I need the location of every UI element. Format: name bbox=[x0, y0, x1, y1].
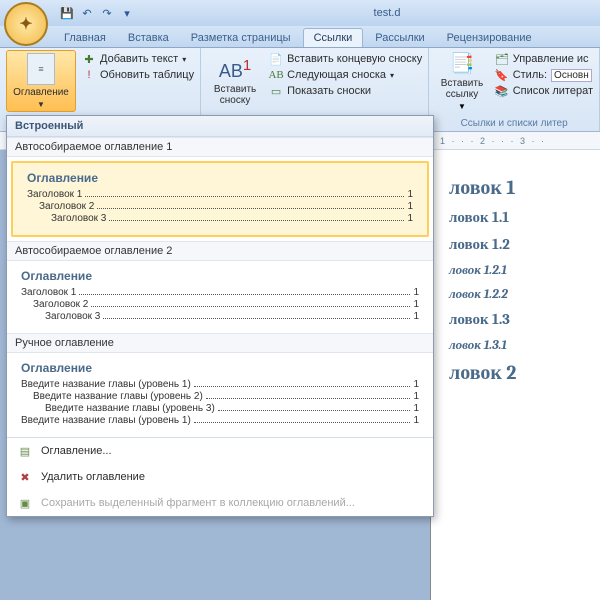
gallery-header: Встроенный bbox=[7, 116, 433, 137]
refresh-icon: ! bbox=[82, 68, 96, 82]
document-page[interactable]: ловок 1 ловок 1.1 ловок 1.2 ловок 1.2.1 лово… bbox=[430, 150, 600, 600]
insert-footnote-label: Вставить сноску bbox=[207, 84, 263, 106]
toc-line: Заголовок 11 bbox=[27, 189, 413, 200]
style-combo[interactable]: 🔖Стиль: Основн bbox=[495, 68, 593, 82]
citation-icon: 📑 bbox=[450, 51, 475, 76]
insert-toc-menu[interactable]: ▤Оглавление... bbox=[7, 438, 433, 464]
next-footnote-button[interactable]: ABСледующая сноска ▾ bbox=[269, 68, 422, 82]
insert-endnote-button[interactable]: 📄Вставить концевую сноску bbox=[269, 52, 422, 66]
doc-heading: ловок 1.2.2 bbox=[449, 286, 590, 302]
manage-sources-button[interactable]: 🗂Управление ис bbox=[495, 52, 593, 66]
gallery-footer: ▤Оглавление... ✖Удалить оглавление ▣Сохр… bbox=[7, 437, 433, 516]
gallery-item-auto2[interactable]: Оглавление Заголовок 11Заголовок 21Загол… bbox=[7, 261, 433, 333]
gallery-item-manual[interactable]: Оглавление Введите название главы (урове… bbox=[7, 353, 433, 437]
toc-line: Заголовок 11 bbox=[21, 287, 419, 298]
redo-icon[interactable]: ↷ bbox=[100, 6, 114, 20]
insert-citation-button[interactable]: 📑 Вставить ссылку ▼ bbox=[435, 50, 488, 112]
insert-footnote-button[interactable]: AB1 Вставить сноску bbox=[207, 50, 263, 112]
toc-button-label: Оглавление bbox=[13, 87, 69, 98]
toc-line: Введите название главы (уровень 1)1 bbox=[21, 379, 419, 390]
group-citations: 📑 Вставить ссылку ▼ 🗂Управление ис 🔖Стил… bbox=[429, 48, 600, 131]
remove-toc-menu[interactable]: ✖Удалить оглавление bbox=[7, 464, 433, 490]
office-button[interactable]: ✦ bbox=[4, 2, 48, 46]
update-table-button[interactable]: !Обновить таблицу bbox=[82, 68, 194, 82]
gallery-item-title[interactable]: Автособираемое оглавление 2 bbox=[7, 241, 433, 261]
toc-preview-title: Оглавление bbox=[21, 269, 419, 283]
show-icon: ▭ bbox=[269, 84, 283, 98]
title-bar: ✦ 💾 ↶ ↷ ▾ test.d bbox=[0, 0, 600, 26]
window-title: test.d bbox=[134, 7, 600, 19]
undo-icon[interactable]: ↶ bbox=[80, 6, 94, 20]
toc-line: Заголовок 31 bbox=[21, 311, 419, 322]
toc-line: Заголовок 21 bbox=[21, 299, 419, 310]
tab-0[interactable]: Главная bbox=[54, 29, 116, 47]
save-icon[interactable]: 💾 bbox=[60, 6, 74, 20]
style-icon: 🔖 bbox=[495, 68, 509, 82]
toc-line: Введите название главы (уровень 1)1 bbox=[21, 415, 419, 426]
save-selection-menu: ▣Сохранить выделенный фрагмент в коллекц… bbox=[7, 490, 433, 516]
show-footnotes-button[interactable]: ▭Показать сноски bbox=[269, 84, 422, 98]
ribbon-tabs: ГлавнаяВставкаРазметка страницыСсылкиРас… bbox=[0, 26, 600, 48]
doc-heading: ловок 1.2 bbox=[449, 235, 590, 254]
next-footnote-icon: AB bbox=[269, 68, 283, 82]
doc-heading: ловок 1 bbox=[449, 176, 590, 200]
gallery-item-auto1[interactable]: Оглавление Заголовок 11Заголовок 21Загол… bbox=[11, 161, 429, 237]
bibliography-button[interactable]: 📚Список литерат bbox=[495, 84, 593, 98]
gallery-item-title[interactable]: Ручное оглавление bbox=[7, 333, 433, 353]
toc-line: Заголовок 31 bbox=[27, 213, 413, 224]
tab-5[interactable]: Рецензирование bbox=[437, 29, 542, 47]
insert-citation-label: Вставить ссылку bbox=[435, 78, 488, 100]
doc-heading: ловок 1.3 bbox=[449, 310, 590, 329]
manage-icon: 🗂 bbox=[495, 52, 509, 66]
group-label: Ссылки и списки литер bbox=[435, 116, 593, 131]
remove-icon: ✖ bbox=[17, 469, 33, 485]
toc-line: Введите название главы (уровень 3)1 bbox=[21, 403, 419, 414]
qat-dropdown-icon[interactable]: ▾ bbox=[120, 6, 134, 20]
gallery-item-title[interactable]: Автособираемое оглавление 1 bbox=[7, 137, 433, 157]
doc-heading: ловок 2 bbox=[449, 361, 590, 385]
toc-icon: ≡ bbox=[27, 53, 55, 85]
tab-3[interactable]: Ссылки bbox=[303, 28, 364, 47]
add-text-button[interactable]: ✚Добавить текст ▾ bbox=[82, 52, 194, 66]
tab-2[interactable]: Разметка страницы bbox=[181, 29, 301, 47]
save-selection-icon: ▣ bbox=[17, 495, 33, 511]
chevron-down-icon: ▼ bbox=[37, 100, 45, 109]
biblio-icon: 📚 bbox=[495, 84, 509, 98]
toc-gallery-dropdown: Встроенный Автособираемое оглавление 1 О… bbox=[6, 115, 434, 517]
plus-icon: ✚ bbox=[82, 52, 96, 66]
toc-button[interactable]: ≡ Оглавление ▼ bbox=[6, 50, 76, 112]
tab-4[interactable]: Рассылки bbox=[365, 29, 434, 47]
toc-preview-title: Оглавление bbox=[27, 171, 413, 185]
toc-preview-title: Оглавление bbox=[21, 361, 419, 375]
toc-small-icon: ▤ bbox=[17, 443, 33, 459]
doc-heading: ловок 1.2.1 bbox=[449, 262, 590, 278]
doc-heading: ловок 1.3.1 bbox=[449, 337, 590, 353]
quick-access-toolbar: 💾 ↶ ↷ ▾ bbox=[60, 6, 134, 20]
toc-line: Введите название главы (уровень 2)1 bbox=[21, 391, 419, 402]
toc-line: Заголовок 21 bbox=[27, 201, 413, 212]
tab-1[interactable]: Вставка bbox=[118, 29, 179, 47]
ab-icon: AB1 bbox=[219, 57, 251, 82]
doc-heading: ловок 1.1 bbox=[449, 208, 590, 227]
endnote-icon: 📄 bbox=[269, 52, 283, 66]
